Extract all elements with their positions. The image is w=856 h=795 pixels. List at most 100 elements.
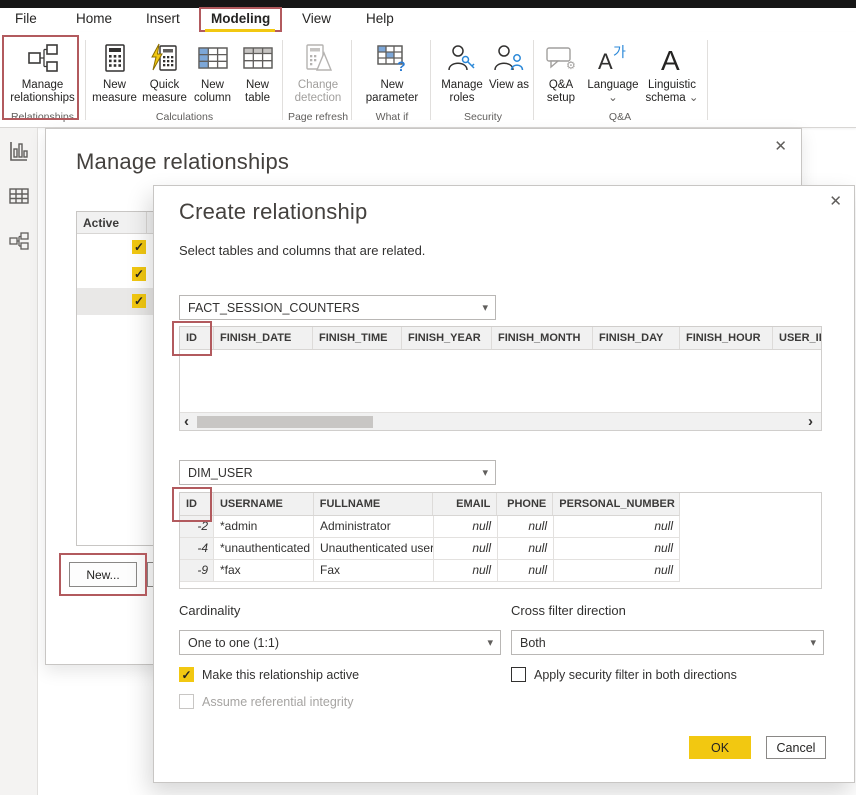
quick-measure-button[interactable]: Quick measure [140,37,190,105]
group-label: What if [354,111,430,123]
view-sidebar [0,128,38,795]
group-label: Calculations [88,111,281,123]
cardinality-value: One to one (1:1) [188,636,279,650]
model-view-icon[interactable] [8,230,30,252]
column-header[interactable]: USER_ID [773,327,821,349]
tab-home[interactable]: Home [76,11,112,26]
close-icon[interactable]: ✕ [829,194,842,209]
column-header[interactable]: FINISH_DAY [593,327,680,349]
table2-select[interactable]: DIM_USER ▾ [179,460,496,485]
create-dialog-title: Create relationship [179,199,367,225]
new-table-button[interactable]: New table [236,37,280,105]
column-header[interactable]: EMAIL [433,493,497,515]
make-active-label: Make this relationship active [202,668,359,682]
column-header[interactable]: FINISH_TIME [313,327,402,349]
button-label: Language ⌄ [587,79,638,105]
button-label: New parameter [357,79,427,105]
table2-selected-value: DIM_USER [188,466,253,480]
make-active-checkbox-row[interactable]: ✓ Make this relationship active [179,667,359,682]
tab-help[interactable]: Help [366,11,394,26]
column-header[interactable]: ID [180,327,214,349]
qa-setup-icon: ⚙ [545,37,577,79]
svg-text:가: 가 [613,45,626,61]
caret-down-icon: ▾ [810,636,816,649]
group-separator [85,40,86,120]
linguistic-schema-button[interactable]: A Linguistic schema ⌄ [641,37,703,105]
column-header[interactable]: USERNAME [214,493,314,515]
cell-id: -4 [180,538,214,559]
report-view-icon[interactable] [8,140,30,162]
active-column-header: Active [77,212,147,233]
ribbon-group-what-if: ? New parameter What if [354,32,430,126]
button-label: Manage relationships [2,79,84,105]
active-checkbox[interactable]: ✓ [132,294,146,308]
button-label: Change detection [287,79,349,105]
button-label: New table [236,79,280,105]
dim-table-header-row: ID USERNAME FULLNAME EMAIL PHONE PERSONA… [180,493,680,516]
referential-integrity-checkbox [179,694,194,709]
table-row[interactable]: -4 *unauthenticated Unauthenticated user… [180,538,680,560]
active-checkbox[interactable]: ✓ [132,240,146,254]
table1-select[interactable]: FACT_SESSION_COUNTERS ▾ [179,295,496,320]
cell-username: *admin [214,516,314,537]
manage-roles-button[interactable]: Manage roles [436,37,488,105]
column-header[interactable]: PHONE [497,493,553,515]
security-filter-checkbox[interactable] [511,667,526,682]
ok-button[interactable]: OK [689,736,751,759]
tab-insert[interactable]: Insert [146,11,180,26]
column-header[interactable]: FINISH_YEAR [402,327,492,349]
language-icon: A 가 [596,37,630,79]
tab-view[interactable]: View [302,11,331,26]
new-column-button[interactable]: New column [190,37,236,105]
ribbon-group-calculations: New measure [88,32,281,126]
column-header[interactable]: PERSONAL_NUMBER [553,493,679,515]
close-icon[interactable]: ✕ [774,139,787,154]
manage-relationships-button[interactable]: Manage relationships [2,37,84,105]
horizontal-scrollbar[interactable]: ‹ › [180,412,821,430]
view-as-button[interactable]: View as [488,37,530,92]
column-header[interactable]: FINISH_MONTH [492,327,593,349]
create-dialog-subtitle: Select tables and columns that are relat… [179,243,425,258]
table-row[interactable]: -9 *fax Fax null null null [180,560,680,582]
column-header[interactable]: FINISH_DATE [214,327,313,349]
cell-phone: null [498,560,554,581]
cross-filter-select[interactable]: Both ▾ [511,630,824,655]
tab-file[interactable]: File [15,11,37,26]
column-header[interactable]: FULLNAME [314,493,434,515]
fact-table-header-row: ID FINISH_DATE FINISH_TIME FINISH_YEAR F… [180,327,821,350]
button-label: View as [489,79,529,92]
button-label: Q&A setup [537,79,585,105]
cell-email: null [434,538,498,559]
new-measure-button[interactable]: New measure [90,37,140,105]
new-parameter-button[interactable]: ? New parameter [357,37,427,105]
cross-filter-value: Both [520,636,546,650]
manage-roles-icon [447,37,477,79]
language-button[interactable]: A 가 Language ⌄ [585,37,641,105]
cell-personal-number: null [554,560,680,581]
scroll-left-icon[interactable]: ‹ [184,413,189,431]
caret-down-icon: ▾ [482,466,488,479]
button-label: New measure [90,79,140,105]
active-checkbox[interactable]: ✓ [132,267,146,281]
group-label: Q&A [536,111,704,123]
scroll-right-icon[interactable]: › [808,413,813,431]
data-view-icon[interactable] [8,185,30,207]
quick-measure-icon [150,37,180,79]
chevron-down-icon: ⌄ [608,92,618,104]
qa-setup-button[interactable]: ⚙ Q&A setup [537,37,585,105]
group-label: Page refresh [285,111,351,123]
column-header[interactable]: ID [180,493,214,515]
svg-text:A: A [661,45,680,73]
column-header[interactable]: FINISH_HOUR [680,327,773,349]
cell-phone: null [498,516,554,537]
make-active-checkbox[interactable]: ✓ [179,667,194,682]
cancel-button[interactable]: Cancel [766,736,826,759]
new-measure-icon [102,37,128,79]
new-relationship-button[interactable]: New... [69,562,137,587]
cell-personal-number: null [554,538,680,559]
table-row[interactable]: -2 *admin Administrator null null null [180,516,680,538]
scrollbar-thumb[interactable] [197,416,373,428]
cardinality-select[interactable]: One to one (1:1) ▾ [179,630,501,655]
security-filter-checkbox-row[interactable]: Apply security filter in both directions [511,667,737,682]
button-label: Manage roles [436,79,488,105]
